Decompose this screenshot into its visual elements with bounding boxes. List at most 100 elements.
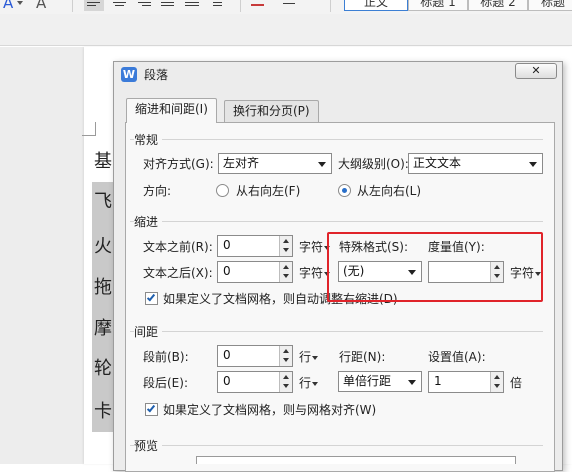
style-normal[interactable]: 正文 <box>344 0 408 11</box>
shading-icon[interactable] <box>248 0 268 11</box>
direction-rtl-label[interactable]: 从右向左(F) <box>236 183 300 199</box>
dropdown-arrow-icon <box>324 271 331 276</box>
dropdown-arrow-icon <box>312 355 319 360</box>
auto-right-indent-label[interactable]: 如果定义了文档网格，则自动调整右缩进(D) <box>163 291 398 307</box>
text-selection <box>92 182 114 432</box>
align-left-icon[interactable] <box>84 0 104 11</box>
unit-text: 字符 <box>299 240 324 254</box>
auto-right-indent-checkbox[interactable] <box>145 292 158 305</box>
document-text-line[interactable]: 飞 <box>94 191 114 213</box>
dropdown-arrow-icon <box>408 380 416 385</box>
setting-value-spinner[interactable]: 1 <box>428 371 504 393</box>
style-heading-1[interactable]: 标题 1 <box>408 0 468 11</box>
toolbar-separator <box>330 0 331 12</box>
line-spacing-select[interactable]: 单倍行距 <box>338 371 422 392</box>
direction-ltr-label[interactable]: 从左向右(L) <box>357 183 421 199</box>
unit-text: 行 <box>299 376 312 390</box>
spin-up-icon[interactable] <box>283 349 289 353</box>
outline-level-value: 正文文本 <box>413 156 462 170</box>
spin-up-icon[interactable] <box>283 239 289 243</box>
close-icon: ✕ <box>531 64 541 77</box>
setting-value-input: 1 <box>434 374 442 388</box>
spin-controls[interactable] <box>490 262 503 282</box>
document-text-line[interactable]: 拖 <box>94 277 114 299</box>
spin-up-icon[interactable] <box>283 265 289 269</box>
justify-icon[interactable] <box>158 0 178 11</box>
font-color-icon[interactable]: A <box>3 0 13 12</box>
direction-ltr-radio[interactable] <box>338 184 351 197</box>
indent-after-spinner[interactable]: 0 <box>217 261 293 283</box>
dialog-titlebar[interactable]: W 段落 ✕ <box>114 62 562 86</box>
snap-to-grid-checkbox[interactable] <box>145 403 158 416</box>
text-highlight-icon[interactable]: A <box>36 0 46 12</box>
indent-before-label: 文本之前(R): <box>143 240 213 254</box>
tab-line-page-breaks[interactable]: 换行和分页(P) <box>224 100 319 122</box>
spacing-before-spinner[interactable]: 0 <box>217 345 293 367</box>
spin-controls[interactable] <box>490 372 503 392</box>
align-center-icon[interactable] <box>110 0 130 11</box>
font-color-dropdown-icon[interactable] <box>17 1 23 5</box>
section-divider <box>130 139 543 140</box>
indent-before-unit[interactable]: 字符 <box>299 238 331 255</box>
section-spacing-heading: 间距 <box>134 323 163 340</box>
spin-down-icon[interactable] <box>283 248 289 252</box>
document-text-line[interactable]: 卡 <box>94 401 114 423</box>
document-text-line[interactable]: 火 <box>94 236 114 258</box>
dropdown-arrow-icon <box>318 162 326 167</box>
direction-rtl-radio[interactable] <box>216 184 229 197</box>
section-preview-heading: 预览 <box>134 437 163 454</box>
document-text-line[interactable]: 轮 <box>94 358 114 380</box>
special-format-value: (无) <box>343 264 365 278</box>
special-format-select[interactable]: (无) <box>338 261 422 282</box>
spin-down-icon[interactable] <box>494 384 500 388</box>
spin-controls[interactable] <box>279 346 292 366</box>
spin-controls[interactable] <box>279 372 292 392</box>
dropdown-arrow-icon <box>324 245 331 250</box>
spin-controls[interactable] <box>279 236 292 256</box>
spin-down-icon[interactable] <box>283 358 289 362</box>
alignment-select[interactable]: 左对齐 <box>218 153 332 174</box>
checkmark-icon <box>146 403 156 413</box>
line-spacing-icon[interactable] <box>207 0 227 11</box>
spin-down-icon[interactable] <box>283 384 289 388</box>
style-heading-2[interactable]: 标题 2 <box>468 0 528 11</box>
indent-before-value: 0 <box>223 238 231 252</box>
spin-up-icon[interactable] <box>494 265 500 269</box>
indent-after-label: 文本之后(X): <box>143 266 213 280</box>
borders-icon[interactable] <box>280 0 300 11</box>
tab-indent-spacing[interactable]: 缩进和间距(I) <box>126 98 217 123</box>
unit-text: 字符 <box>299 266 324 280</box>
section-general-heading: 常规 <box>134 131 163 148</box>
setting-value-unit: 倍 <box>510 376 523 390</box>
indent-after-unit[interactable]: 字符 <box>299 264 331 281</box>
spacing-after-value: 0 <box>223 374 231 388</box>
snap-to-grid-label[interactable]: 如果定义了文档网格，则与网格对齐(W) <box>163 402 376 418</box>
spacing-before-unit[interactable]: 行 <box>299 348 319 365</box>
indent-before-spinner[interactable]: 0 <box>217 235 293 257</box>
section-indent-heading: 缩进 <box>134 213 163 230</box>
spacing-after-spinner[interactable]: 0 <box>217 371 293 393</box>
distributed-icon[interactable] <box>182 0 202 11</box>
ribbon-spacer <box>0 14 572 46</box>
measure-unit[interactable]: 字符 <box>510 264 542 281</box>
spin-controls[interactable] <box>279 262 292 282</box>
section-divider <box>130 221 543 222</box>
setting-value-label: 设置值(A): <box>428 350 486 364</box>
margin-corner-mark <box>82 122 96 136</box>
spin-down-icon[interactable] <box>283 274 289 278</box>
dropdown-arrow-icon <box>312 381 319 386</box>
measure-label: 度量值(Y): <box>428 240 485 254</box>
style-heading-3[interactable]: 标题 <box>528 0 572 11</box>
measure-spinner[interactable] <box>428 261 504 283</box>
close-button[interactable]: ✕ <box>515 63 557 79</box>
outline-level-select[interactable]: 正文文本 <box>408 153 543 174</box>
spacing-after-unit[interactable]: 行 <box>299 374 319 391</box>
app-icon: W <box>121 67 137 82</box>
align-right-icon[interactable] <box>135 0 155 11</box>
spin-up-icon[interactable] <box>494 375 500 379</box>
document-text-line[interactable]: 基 <box>94 151 114 173</box>
document-text-line[interactable]: 摩 <box>94 318 114 340</box>
spin-up-icon[interactable] <box>283 375 289 379</box>
checkmark-icon <box>146 292 156 302</box>
spin-down-icon[interactable] <box>494 274 500 278</box>
